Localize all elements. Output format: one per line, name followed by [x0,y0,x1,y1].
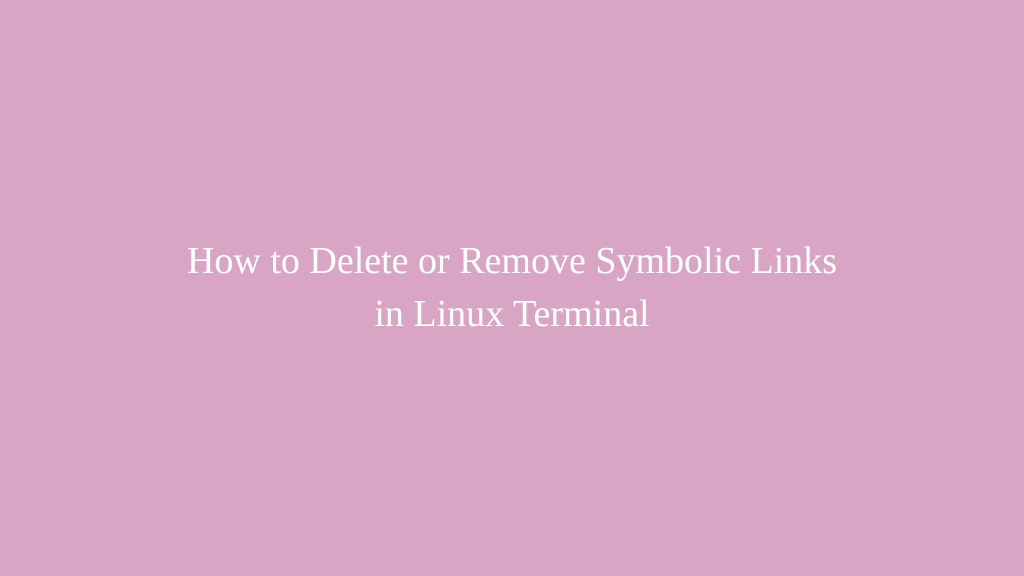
title-line-1: How to Delete or Remove Symbolic Links [187,240,837,282]
title-container: How to Delete or Remove Symbolic Links i… [127,235,897,341]
page-title: How to Delete or Remove Symbolic Links i… [187,235,837,341]
title-line-2: in Linux Terminal [374,293,649,335]
